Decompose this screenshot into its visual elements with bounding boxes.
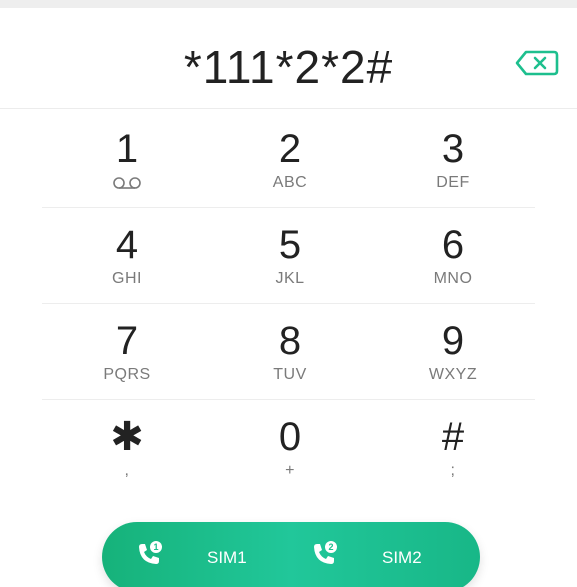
key-digit: 4 xyxy=(115,223,139,267)
key-letters: JKL xyxy=(275,270,305,287)
voicemail-icon xyxy=(113,177,141,189)
key-3[interactable]: 3 DEF xyxy=(373,112,533,208)
phone-sim2-icon: 2 xyxy=(314,541,337,564)
key-pound[interactable]: # ; xyxy=(373,400,533,496)
key-digit: 3 xyxy=(441,127,465,171)
key-letters: PQRS xyxy=(103,366,151,383)
keypad-row: 4 GHI 5 JKL 6 MNO xyxy=(0,208,577,304)
key-letters: ; xyxy=(450,462,456,479)
key-star[interactable]: ✱ , xyxy=(47,400,207,496)
key-digit: 0 xyxy=(278,415,302,459)
sim1-label: SIM1 xyxy=(207,548,247,567)
svg-text:2: 2 xyxy=(328,542,333,552)
key-digit: 9 xyxy=(441,319,465,363)
key-1[interactable]: 1 xyxy=(47,112,207,208)
key-letters: MNO xyxy=(433,270,473,287)
key-letters: GHI xyxy=(112,270,142,287)
key-digit: 5 xyxy=(278,223,302,267)
keypad: 1 2 ABC 3 DEF 4 GHI 5 JKL 6 MNO 7 PQRS 8… xyxy=(0,112,577,496)
dialed-number[interactable]: *111*2*2# xyxy=(0,41,577,93)
sim2-label: SIM2 xyxy=(382,548,422,567)
key-digit: # xyxy=(441,415,465,459)
keypad-row: ✱ , 0 + # ; xyxy=(0,400,577,496)
key-letters: ABC xyxy=(272,174,308,191)
key-0[interactable]: 0 + xyxy=(210,400,370,496)
key-2[interactable]: 2 ABC xyxy=(210,112,370,208)
key-5[interactable]: 5 JKL xyxy=(210,208,370,304)
key-letters: DEF xyxy=(436,174,470,191)
key-digit: 8 xyxy=(278,319,302,363)
key-7[interactable]: 7 PQRS xyxy=(47,304,207,400)
key-4[interactable]: 4 GHI xyxy=(47,208,207,304)
phone-sim1-icon: 1 xyxy=(139,541,162,564)
call-bar: 1 SIM1 2 SIM2 xyxy=(102,522,480,587)
svg-text:1: 1 xyxy=(153,542,158,552)
key-digit: ✱ xyxy=(110,415,144,459)
key-letters: TUV xyxy=(273,366,307,383)
key-8[interactable]: 8 TUV xyxy=(210,304,370,400)
key-digit: 2 xyxy=(278,127,302,171)
call-sim2-button[interactable]: 2 SIM2 xyxy=(297,522,467,587)
key-6[interactable]: 6 MNO xyxy=(373,208,533,304)
backspace-icon xyxy=(515,50,559,76)
backspace-button[interactable] xyxy=(514,48,560,78)
key-letters: + xyxy=(285,462,295,479)
keypad-row: 7 PQRS 8 TUV 9 WXYZ xyxy=(0,304,577,400)
key-letters: , xyxy=(124,462,130,479)
status-bar-strip xyxy=(0,0,577,8)
key-9[interactable]: 9 WXYZ xyxy=(373,304,533,400)
number-display: *111*2*2# xyxy=(0,8,577,109)
key-letters: WXYZ xyxy=(428,366,478,383)
key-digit: 6 xyxy=(441,223,465,267)
key-digit: 1 xyxy=(115,127,139,171)
dialer-screen: *111*2*2# 1 2 ABC 3 DEF 4 GHI 5 JKL 6 MN… xyxy=(0,0,577,587)
keypad-row: 1 2 ABC 3 DEF xyxy=(0,112,577,208)
call-sim1-button[interactable]: 1 SIM1 xyxy=(122,522,292,587)
key-digit: 7 xyxy=(115,319,139,363)
